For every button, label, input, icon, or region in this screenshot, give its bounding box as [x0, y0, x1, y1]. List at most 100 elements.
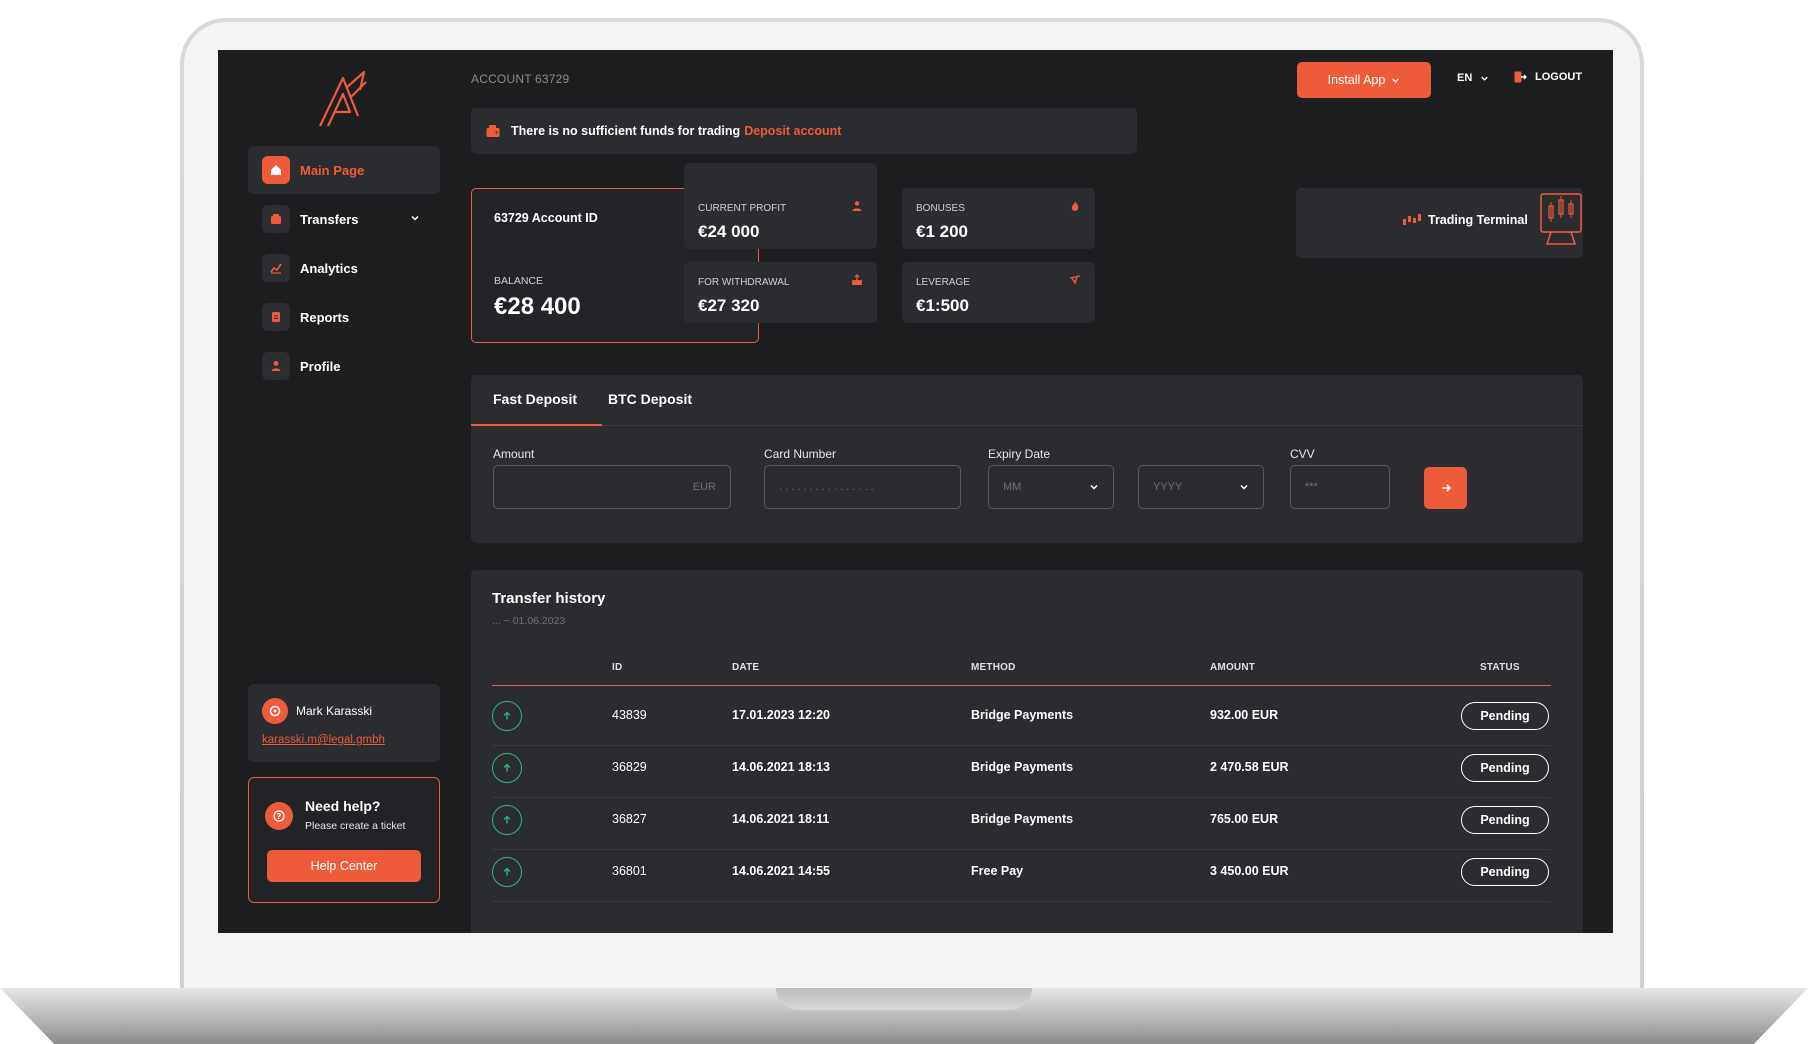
cell-method: Bridge Payments	[971, 760, 1074, 774]
stat-value: €27 320	[698, 296, 760, 315]
stat-label: FOR WITHDRAWAL	[698, 277, 790, 288]
cell-id: 36801	[612, 864, 647, 878]
column-header-date: DATE	[732, 662, 760, 673]
leverage-card: LEVERAGE €1:500	[902, 262, 1095, 323]
cell-amount: 765.00 EUR	[1210, 812, 1279, 826]
stat-value: €1 200	[916, 222, 968, 241]
history-date-range[interactable]: ... ~ 01.06.2023	[492, 615, 565, 627]
sidebar-item-label: Reports	[300, 309, 350, 325]
status-badge: Pending	[1461, 754, 1549, 782]
tab-fast-deposit[interactable]: Fast Deposit	[493, 391, 577, 407]
sidebar-item-label: Main Page	[300, 162, 365, 178]
logout-button[interactable]: LOGOUT	[1513, 70, 1582, 84]
logout-label: LOGOUT	[1535, 71, 1583, 83]
cell-method: Bridge Payments	[971, 708, 1074, 722]
cell-method: Free Pay	[971, 864, 1024, 878]
alert-message: There is no sufficient funds for trading	[511, 124, 741, 138]
expiry-month-value: MM	[1003, 481, 1022, 493]
help-subtitle: Please create a ticket	[305, 820, 406, 832]
wallet-icon	[262, 205, 290, 233]
cell-date: 14.06.2021 18:11	[732, 812, 830, 826]
cell-id: 36829	[612, 760, 647, 774]
user-name: Mark Karasski	[296, 704, 373, 718]
expiry-month-select[interactable]: MM	[988, 465, 1114, 509]
sidebar-item-main-page[interactable]: Main Page	[248, 146, 440, 194]
column-header-amount: AMOUNT	[1210, 662, 1256, 673]
chevron-down-icon[interactable]	[410, 213, 420, 223]
table-row[interactable]: 36827 14.06.2021 18:11 Bridge Payments 7…	[492, 790, 1551, 850]
chevron-down-icon	[1392, 78, 1400, 83]
tab-btc-deposit[interactable]: BTC Deposit	[608, 391, 692, 407]
expiry-year-select[interactable]: YYYY	[1138, 465, 1264, 509]
brand-logo	[319, 70, 367, 127]
cell-method: Bridge Payments	[971, 812, 1074, 826]
app-screen: Main Page Transfers Analytics Reports Pr…	[218, 50, 1613, 933]
candlestick-icon	[1403, 214, 1421, 225]
sidebar-item-profile[interactable]: Profile	[248, 342, 440, 390]
monitor-chart-icon	[1540, 193, 1582, 245]
arrow-up-icon	[492, 857, 522, 887]
svg-text:?: ?	[277, 812, 282, 821]
sidebar-item-label: Transfers	[300, 211, 359, 227]
card-number-input[interactable]: . . . . . . . . . . . . . . . .	[764, 465, 961, 509]
avatar	[262, 698, 288, 724]
sidebar-item-label: Analytics	[300, 260, 358, 276]
cvv-label: CVV	[1290, 447, 1315, 461]
submit-deposit-button[interactable]	[1424, 467, 1467, 509]
sidebar-item-transfers[interactable]: Transfers	[248, 195, 440, 243]
table-row[interactable]: 36801 14.06.2021 14:55 Free Pay 3 450.00…	[492, 842, 1551, 902]
withdraw-icon	[852, 274, 862, 285]
cell-amount: 3 450.00 EUR	[1210, 864, 1289, 878]
deposit-account-link[interactable]: Deposit account	[744, 124, 841, 138]
deposit-tabs: Fast Deposit BTC Deposit	[471, 375, 1583, 426]
amount-currency: EUR	[692, 481, 716, 493]
bonuses-card: BONUSES €1 200	[902, 188, 1095, 249]
chevron-down-icon	[1240, 484, 1248, 490]
sidebar-item-label: Profile	[300, 358, 341, 374]
amount-input[interactable]: EUR	[493, 465, 731, 509]
user-email-link[interactable]: karasski.m@legal.gmbh	[262, 734, 385, 746]
cell-date: 17.01.2023 12:20	[732, 708, 831, 722]
balance-value: €28 400	[494, 293, 581, 320]
install-app-label: Install App	[1327, 73, 1386, 87]
stat-label: BONUSES	[916, 203, 965, 214]
card-number-placeholder: . . . . . . . . . . . . . . . .	[779, 481, 874, 493]
table-row[interactable]: 36829 14.06.2021 18:13 Bridge Payments 2…	[492, 738, 1551, 798]
expiry-date-label: Expiry Date	[988, 447, 1051, 461]
transfer-history-panel: Transfer history ... ~ 01.06.2023 ID DAT…	[471, 570, 1583, 933]
language-selector[interactable]: EN	[1457, 72, 1489, 84]
stat-value: €1:500	[916, 296, 969, 315]
user-icon	[262, 352, 290, 380]
balance-label: BALANCE	[494, 275, 544, 287]
leverage-icon	[1069, 275, 1081, 285]
history-title: Transfer history	[492, 590, 606, 607]
arrow-right-icon	[1441, 484, 1451, 492]
chevron-down-icon	[1090, 484, 1098, 490]
active-tab-indicator	[471, 424, 602, 426]
question-icon: ?	[265, 802, 293, 830]
status-badge: Pending	[1461, 702, 1549, 730]
chevron-down-icon	[1481, 76, 1488, 81]
trading-terminal-card[interactable]: Trading Terminal	[1296, 188, 1583, 258]
install-app-button[interactable]: Install App	[1297, 62, 1431, 98]
help-center-button[interactable]: Help Center	[267, 850, 421, 882]
table-row[interactable]: 43839 17.01.2023 12:20 Bridge Payments 9…	[492, 686, 1551, 746]
stat-label: CURRENT PROFIT	[698, 203, 787, 214]
help-title: Need help?	[305, 798, 381, 814]
cvv-placeholder: ***	[1305, 481, 1318, 493]
sidebar-item-reports[interactable]: Reports	[248, 293, 440, 341]
sidebar-item-analytics[interactable]: Analytics	[248, 244, 440, 292]
user-card: Mark Karasski karasski.m@legal.gmbh	[248, 684, 440, 762]
card-number-label: Card Number	[764, 447, 837, 461]
cvv-input[interactable]: ***	[1290, 465, 1390, 509]
laptop-notch	[776, 988, 1032, 1010]
cell-amount: 932.00 EUR	[1210, 708, 1279, 722]
chart-icon	[262, 254, 290, 282]
amount-label: Amount	[493, 447, 535, 461]
funds-alert: There is no sufficient funds for trading…	[471, 108, 1137, 154]
help-card: ? Need help? Please create a ticket Help…	[248, 777, 440, 903]
withdrawal-card: FOR WITHDRAWAL €27 320	[684, 262, 877, 323]
trading-terminal-link[interactable]: Trading Terminal	[1402, 213, 1528, 227]
home-icon	[262, 156, 290, 184]
column-header-id: ID	[612, 662, 623, 673]
